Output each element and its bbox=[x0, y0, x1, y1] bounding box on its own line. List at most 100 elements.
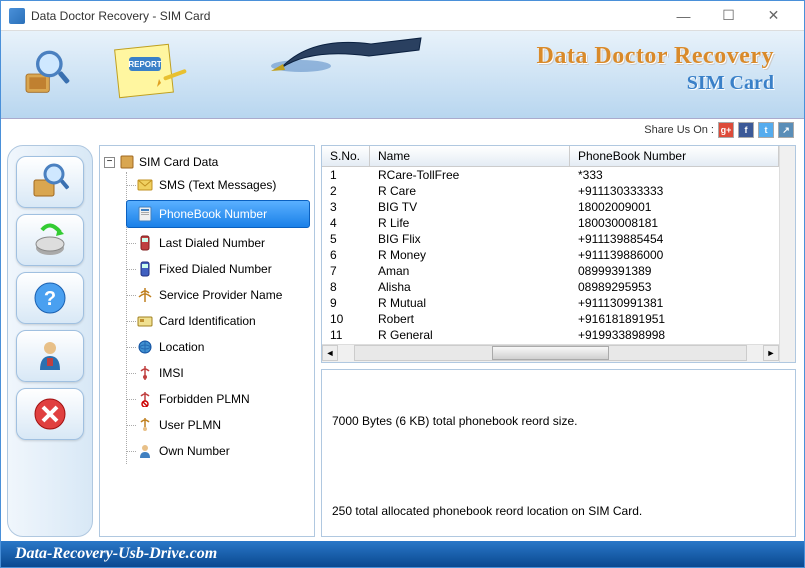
cell-sno: 3 bbox=[322, 199, 370, 215]
expand-toggle-icon[interactable]: − bbox=[104, 157, 115, 168]
tree-item-own[interactable]: Own Number bbox=[126, 438, 310, 464]
cell-name: RCare-TollFree bbox=[370, 167, 570, 183]
table-row[interactable]: 5BIG Flix+911139885454 bbox=[322, 231, 779, 247]
phonebook-icon bbox=[137, 206, 153, 222]
tree-item-cardid[interactable]: Card Identification bbox=[126, 308, 310, 334]
tree-panel: − SIM Card Data SMS (Text Messages) Phone… bbox=[99, 145, 315, 537]
location-icon bbox=[137, 339, 153, 355]
table-row[interactable]: 2R Care+911130333333 bbox=[322, 183, 779, 199]
tree-item-dialed[interactable]: Last Dialed Number bbox=[126, 230, 310, 256]
table-row[interactable]: 7Aman08999391389 bbox=[322, 263, 779, 279]
table-row[interactable]: 8Alisha08989295953 bbox=[322, 279, 779, 295]
share-bar: Share Us On : g+ f t ↗ bbox=[1, 119, 804, 141]
vertical-toolbar: ? bbox=[7, 145, 93, 537]
cell-number: +911139886000 bbox=[570, 247, 779, 263]
tree-item-label: Forbidden PLMN bbox=[159, 392, 250, 406]
tree-item-provider[interactable]: Service Provider Name bbox=[126, 282, 310, 308]
cell-name: BIG Flix bbox=[370, 231, 570, 247]
details-line: 7000 Bytes (6 KB) total phonebook reord … bbox=[332, 412, 785, 430]
cell-name: R Mutual bbox=[370, 295, 570, 311]
table-row[interactable]: 10Robert+916181891951 bbox=[322, 311, 779, 327]
banner: REPORT Data Doctor Recovery SIM Card bbox=[1, 31, 804, 119]
scroll-left-icon[interactable]: ◄ bbox=[322, 345, 338, 361]
table-row[interactable]: 4R Life180030008181 bbox=[322, 215, 779, 231]
cell-sno: 8 bbox=[322, 279, 370, 295]
app-icon bbox=[9, 8, 25, 24]
fixed-icon bbox=[137, 261, 153, 277]
forbidden-icon bbox=[137, 391, 153, 407]
cell-sno: 2 bbox=[322, 183, 370, 199]
window-title: Data Doctor Recovery - SIM Card bbox=[31, 9, 661, 23]
cell-sno: 9 bbox=[322, 295, 370, 311]
details-panel: 7000 Bytes (6 KB) total phonebook reord … bbox=[321, 369, 796, 537]
tree-item-label: Location bbox=[159, 340, 204, 354]
tree-item-phonebook[interactable]: PhoneBook Number bbox=[126, 200, 310, 228]
tree-item-fixed[interactable]: Fixed Dialed Number bbox=[126, 256, 310, 282]
table-row[interactable]: 11R General+919933898998 bbox=[322, 327, 779, 343]
table-row[interactable]: 1RCare-TollFree*333 bbox=[322, 167, 779, 183]
tree-item-sms[interactable]: SMS (Text Messages) bbox=[126, 172, 310, 198]
cell-number: 180030008181 bbox=[570, 215, 779, 231]
cardid-icon bbox=[137, 313, 153, 329]
share-label: Share Us On : bbox=[644, 124, 714, 136]
tree-item-user[interactable]: User PLMN bbox=[126, 412, 310, 438]
tree-item-location[interactable]: Location bbox=[126, 334, 310, 360]
sms-icon bbox=[137, 177, 153, 193]
share-icon[interactable]: ↗ bbox=[778, 122, 794, 138]
cell-sno: 6 bbox=[322, 247, 370, 263]
twitter-icon[interactable]: t bbox=[758, 122, 774, 138]
cell-sno: 4 bbox=[322, 215, 370, 231]
close-button[interactable]: ✕ bbox=[751, 1, 796, 31]
cell-name: R General bbox=[370, 327, 570, 343]
vertical-scrollbar[interactable] bbox=[779, 146, 795, 362]
facebook-icon[interactable]: f bbox=[738, 122, 754, 138]
maximize-button[interactable]: ☐ bbox=[706, 1, 751, 31]
tree-root[interactable]: − SIM Card Data bbox=[104, 152, 310, 172]
col-name[interactable]: Name bbox=[370, 146, 570, 166]
titlebar: Data Doctor Recovery - SIM Card — ☐ ✕ bbox=[1, 1, 804, 31]
table-body[interactable]: 1RCare-TollFree*3332R Care+9111303333333… bbox=[322, 167, 779, 344]
tree-item-label: PhoneBook Number bbox=[159, 207, 267, 221]
imsi-icon bbox=[137, 365, 153, 381]
table-row[interactable]: 9R Mutual+911130991381 bbox=[322, 295, 779, 311]
scan-button[interactable] bbox=[16, 156, 84, 208]
cell-number: 08989295953 bbox=[570, 279, 779, 295]
pen-icon bbox=[271, 31, 431, 76]
sim-icon bbox=[119, 154, 135, 170]
cell-name: R Money bbox=[370, 247, 570, 263]
table-row[interactable]: 3BIG TV18002009001 bbox=[322, 199, 779, 215]
help-button[interactable]: ? bbox=[16, 272, 84, 324]
cell-sno: 7 bbox=[322, 263, 370, 279]
horizontal-scrollbar[interactable]: ◄ ► bbox=[322, 344, 779, 362]
cell-sno: 10 bbox=[322, 311, 370, 327]
cell-number: +919933898998 bbox=[570, 327, 779, 343]
dialed-icon bbox=[137, 235, 153, 251]
tree-item-label: Last Dialed Number bbox=[159, 236, 265, 250]
tree-item-forbidden[interactable]: Forbidden PLMN bbox=[126, 386, 310, 412]
col-sno[interactable]: S.No. bbox=[322, 146, 370, 166]
cell-number: +911130333333 bbox=[570, 183, 779, 199]
about-button[interactable] bbox=[16, 330, 84, 382]
magnifier-sim-icon bbox=[21, 49, 71, 99]
scroll-right-icon[interactable]: ► bbox=[763, 345, 779, 361]
details-line: 250 total allocated phonebook reord loca… bbox=[332, 502, 785, 520]
exit-button[interactable] bbox=[16, 388, 84, 440]
save-button[interactable] bbox=[16, 214, 84, 266]
tree-item-imsi[interactable]: IMSI bbox=[126, 360, 310, 386]
table-row[interactable]: 6R Money+911139886000 bbox=[322, 247, 779, 263]
scroll-thumb[interactable] bbox=[492, 346, 609, 360]
col-number[interactable]: PhoneBook Number bbox=[570, 146, 779, 166]
tree-root-label: SIM Card Data bbox=[139, 155, 218, 169]
tree-item-label: SMS (Text Messages) bbox=[159, 178, 276, 192]
cell-number: *333 bbox=[570, 167, 779, 183]
cell-name: Alisha bbox=[370, 279, 570, 295]
svg-text:?: ? bbox=[44, 288, 56, 310]
tree-item-label: Own Number bbox=[159, 444, 230, 458]
svg-text:REPORT: REPORT bbox=[128, 60, 161, 69]
cell-sno: 1 bbox=[322, 167, 370, 183]
tree-item-label: Fixed Dialed Number bbox=[159, 262, 272, 276]
minimize-button[interactable]: — bbox=[661, 1, 706, 31]
brand-subtitle: SIM Card bbox=[537, 72, 774, 95]
google-plus-icon[interactable]: g+ bbox=[718, 122, 734, 138]
own-icon bbox=[137, 443, 153, 459]
